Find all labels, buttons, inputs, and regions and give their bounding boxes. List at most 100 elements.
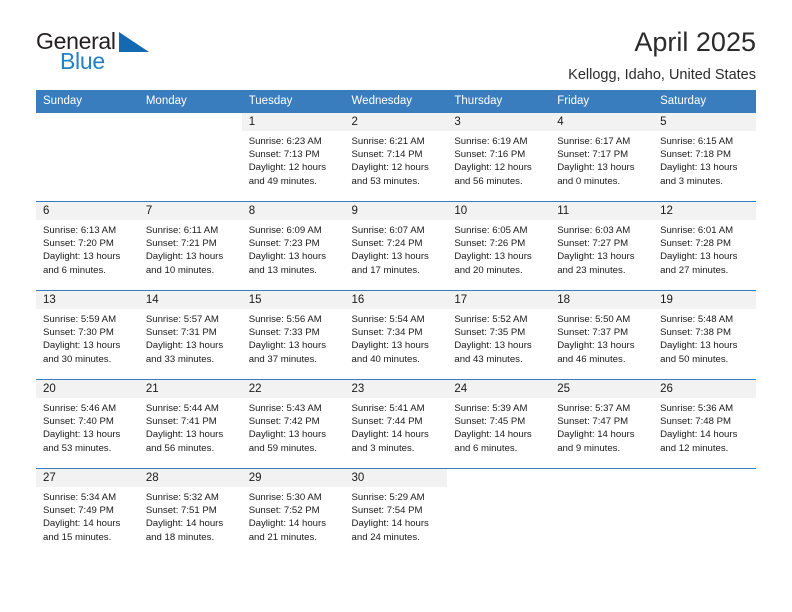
sunset-time: Sunset: 7:23 PM	[248, 238, 320, 250]
day-cell[interactable]: 12 Sunrise: 6:01 AM Sunset: 7:28 PM Dayligh…	[653, 201, 756, 291]
day-number: 16	[344, 291, 448, 309]
logo-text-blue: Blue	[60, 48, 105, 74]
sunset-time: Sunset: 7:14 PM	[351, 149, 423, 161]
daylight-duration-line2: and 15 minutes.	[43, 531, 112, 543]
daylight-duration-line1: Daylight: 13 hours	[248, 340, 327, 352]
day-number: 13	[36, 291, 139, 309]
day-cell[interactable]: 28 Sunrise: 5:32 AM Sunset: 7:51 PM Dayligh…	[138, 468, 242, 558]
sunrise-time: Sunrise: 5:57 AM	[145, 314, 219, 325]
day-cell[interactable]: 19 Sunrise: 5:48 AM Sunset: 7:38 PM Dayligh…	[653, 290, 756, 380]
day-sun-info: Sunrise: 6:03 AM Sunset: 7:27 PM Daylight:…	[550, 220, 653, 277]
daylight-duration-line1: Daylight: 13 hours	[557, 340, 635, 352]
day-number: 6	[36, 202, 139, 220]
day-cell[interactable]: 9 Sunrise: 6:07 AM Sunset: 7:24 PM Daylight…	[344, 201, 448, 291]
day-number: 3	[447, 113, 551, 131]
sunset-time: Sunset: 7:16 PM	[454, 149, 526, 161]
day-cell[interactable]: 6 Sunrise: 6:13 AM Sunset: 7:20 PM Daylight…	[36, 201, 139, 291]
weekday-header-sunday: Sunday	[36, 90, 139, 113]
day-cell[interactable]: 30 Sunrise: 5:29 AM Sunset: 7:54 PM Dayligh…	[344, 468, 448, 558]
general-blue-logo[interactable]: General Blue	[36, 28, 166, 76]
day-cell[interactable]: 20 Sunrise: 5:46 AM Sunset: 7:40 PM Dayligh…	[36, 379, 139, 469]
day-cell-empty	[653, 468, 756, 558]
day-number: 22	[241, 380, 345, 398]
daylight-duration-line1: Daylight: 13 hours	[660, 251, 738, 263]
day-number: 12	[653, 202, 756, 220]
calendar-week-row: 13 Sunrise: 5:59 AM Sunset: 7:30 PM Dayligh…	[36, 290, 756, 380]
daylight-duration-line2: and 17 minutes.	[351, 264, 420, 276]
daylight-duration-line2: and 12 minutes.	[660, 442, 729, 454]
calendar-page: General Blue April 2025 Kellogg, Idaho, …	[0, 0, 792, 612]
day-cell[interactable]: 17 Sunrise: 5:52 AM Sunset: 7:35 PM Dayligh…	[447, 290, 551, 380]
daylight-duration-line1: Daylight: 13 hours	[351, 251, 429, 263]
day-number: 25	[550, 380, 654, 398]
day-cell[interactable]: 14 Sunrise: 5:57 AM Sunset: 7:31 PM Dayligh…	[138, 290, 242, 380]
sunrise-time: Sunrise: 5:29 AM	[351, 492, 425, 503]
daylight-duration-line2: and 3 minutes.	[351, 442, 415, 454]
day-sun-info: Sunrise: 5:29 AM Sunset: 7:54 PM Daylight:…	[345, 487, 448, 544]
day-cell[interactable]: 1 Sunrise: 6:23 AM Sunset: 7:13 PM Daylight…	[241, 112, 345, 202]
weekday-header-tuesday: Tuesday	[241, 90, 345, 113]
day-number	[550, 469, 654, 487]
daylight-duration-line2: and 56 minutes.	[454, 175, 523, 187]
daylight-duration-line2: and 24 minutes.	[351, 531, 420, 543]
day-cell[interactable]: 3 Sunrise: 6:19 AM Sunset: 7:16 PM Daylight…	[447, 112, 551, 202]
day-cell[interactable]: 27 Sunrise: 5:34 AM Sunset: 7:49 PM Dayligh…	[36, 468, 139, 558]
day-sun-info: Sunrise: 6:15 AM Sunset: 7:18 PM Daylight:…	[653, 131, 756, 188]
day-cell[interactable]: 11 Sunrise: 6:03 AM Sunset: 7:27 PM Dayligh…	[550, 201, 654, 291]
weekday-header-thursday: Thursday	[447, 90, 551, 113]
daylight-duration-line2: and 6 minutes.	[43, 264, 106, 276]
sunrise-sunset-calendar: Sunday Monday Tuesday Wednesday Thursday…	[36, 90, 756, 558]
day-cell[interactable]: 26 Sunrise: 5:36 AM Sunset: 7:48 PM Dayligh…	[653, 379, 756, 469]
daylight-duration-line2: and 18 minutes.	[145, 531, 215, 543]
day-cell[interactable]: 29 Sunrise: 5:30 AM Sunset: 7:52 PM Dayligh…	[241, 468, 345, 558]
day-number: 18	[550, 291, 654, 309]
day-number	[36, 113, 139, 131]
day-number: 9	[344, 202, 448, 220]
daylight-duration-line1: Daylight: 13 hours	[248, 429, 327, 441]
day-cell[interactable]: 21 Sunrise: 5:44 AM Sunset: 7:41 PM Dayligh…	[138, 379, 242, 469]
day-sun-info: Sunrise: 5:34 AM Sunset: 7:49 PM Daylight:…	[36, 487, 139, 544]
day-sun-info: Sunrise: 6:07 AM Sunset: 7:24 PM Daylight:…	[345, 220, 448, 277]
day-number: 11	[550, 202, 654, 220]
day-cell[interactable]: 15 Sunrise: 5:56 AM Sunset: 7:33 PM Dayligh…	[241, 290, 345, 380]
day-cell[interactable]: 5 Sunrise: 6:15 AM Sunset: 7:18 PM Daylight…	[653, 112, 756, 202]
page-title: April 2025	[634, 27, 756, 57]
daylight-duration-line2: and 3 minutes.	[660, 175, 723, 187]
location-subtitle: Kellogg, Idaho, United States	[568, 67, 756, 84]
daylight-duration-line1: Daylight: 13 hours	[557, 162, 635, 174]
sunrise-time: Sunrise: 5:59 AM	[43, 314, 117, 325]
day-cell[interactable]: 2 Sunrise: 6:21 AM Sunset: 7:14 PM Daylight…	[344, 112, 448, 202]
day-cell[interactable]: 4 Sunrise: 6:17 AM Sunset: 7:17 PM Daylight…	[550, 112, 654, 202]
daylight-duration-line1: Daylight: 13 hours	[145, 429, 224, 441]
day-cell[interactable]: 16 Sunrise: 5:54 AM Sunset: 7:34 PM Dayligh…	[344, 290, 448, 380]
day-sun-info: Sunrise: 6:13 AM Sunset: 7:20 PM Daylight:…	[36, 220, 139, 277]
calendar-week-row: 20 Sunrise: 5:46 AM Sunset: 7:40 PM Dayligh…	[36, 379, 756, 469]
sunset-time: Sunset: 7:44 PM	[351, 416, 423, 428]
day-number: 5	[653, 113, 756, 131]
sunset-time: Sunset: 7:49 PM	[43, 505, 114, 517]
day-sun-info: Sunrise: 5:32 AM Sunset: 7:51 PM Daylight:…	[139, 487, 242, 544]
calendar-body: 1 Sunrise: 6:23 AM Sunset: 7:13 PM Daylight…	[36, 112, 756, 558]
day-sun-info: Sunrise: 6:19 AM Sunset: 7:16 PM Daylight:…	[447, 131, 550, 188]
day-cell[interactable]: 25 Sunrise: 5:37 AM Sunset: 7:47 PM Dayligh…	[550, 379, 654, 469]
daylight-duration-line2: and 50 minutes.	[660, 353, 729, 365]
day-number: 27	[36, 469, 139, 487]
day-cell[interactable]: 18 Sunrise: 5:50 AM Sunset: 7:37 PM Dayligh…	[550, 290, 654, 380]
day-cell[interactable]: 10 Sunrise: 6:05 AM Sunset: 7:26 PM Dayligh…	[447, 201, 551, 291]
day-number: 21	[138, 380, 242, 398]
daylight-duration-line2: and 21 minutes.	[248, 531, 317, 543]
daylight-duration-line1: Daylight: 13 hours	[43, 429, 121, 441]
sunset-time: Sunset: 7:34 PM	[351, 327, 423, 339]
day-sun-info: Sunrise: 5:41 AM Sunset: 7:44 PM Daylight:…	[345, 398, 448, 455]
sunrise-time: Sunrise: 5:56 AM	[248, 314, 322, 325]
sunrise-time: Sunrise: 5:54 AM	[351, 314, 425, 325]
calendar-week-row: 1 Sunrise: 6:23 AM Sunset: 7:13 PM Daylight…	[36, 112, 756, 202]
day-cell[interactable]: 23 Sunrise: 5:41 AM Sunset: 7:44 PM Dayligh…	[344, 379, 448, 469]
day-cell[interactable]: 8 Sunrise: 6:09 AM Sunset: 7:23 PM Daylight…	[241, 201, 345, 291]
day-cell[interactable]: 22 Sunrise: 5:43 AM Sunset: 7:42 PM Dayligh…	[241, 379, 345, 469]
sunrise-time: Sunrise: 5:44 AM	[145, 403, 219, 414]
daylight-duration-line2: and 20 minutes.	[454, 264, 523, 276]
day-cell[interactable]: 24 Sunrise: 5:39 AM Sunset: 7:45 PM Dayligh…	[447, 379, 551, 469]
day-cell[interactable]: 13 Sunrise: 5:59 AM Sunset: 7:30 PM Dayligh…	[36, 290, 139, 380]
day-cell[interactable]: 7 Sunrise: 6:11 AM Sunset: 7:21 PM Daylight…	[138, 201, 242, 291]
